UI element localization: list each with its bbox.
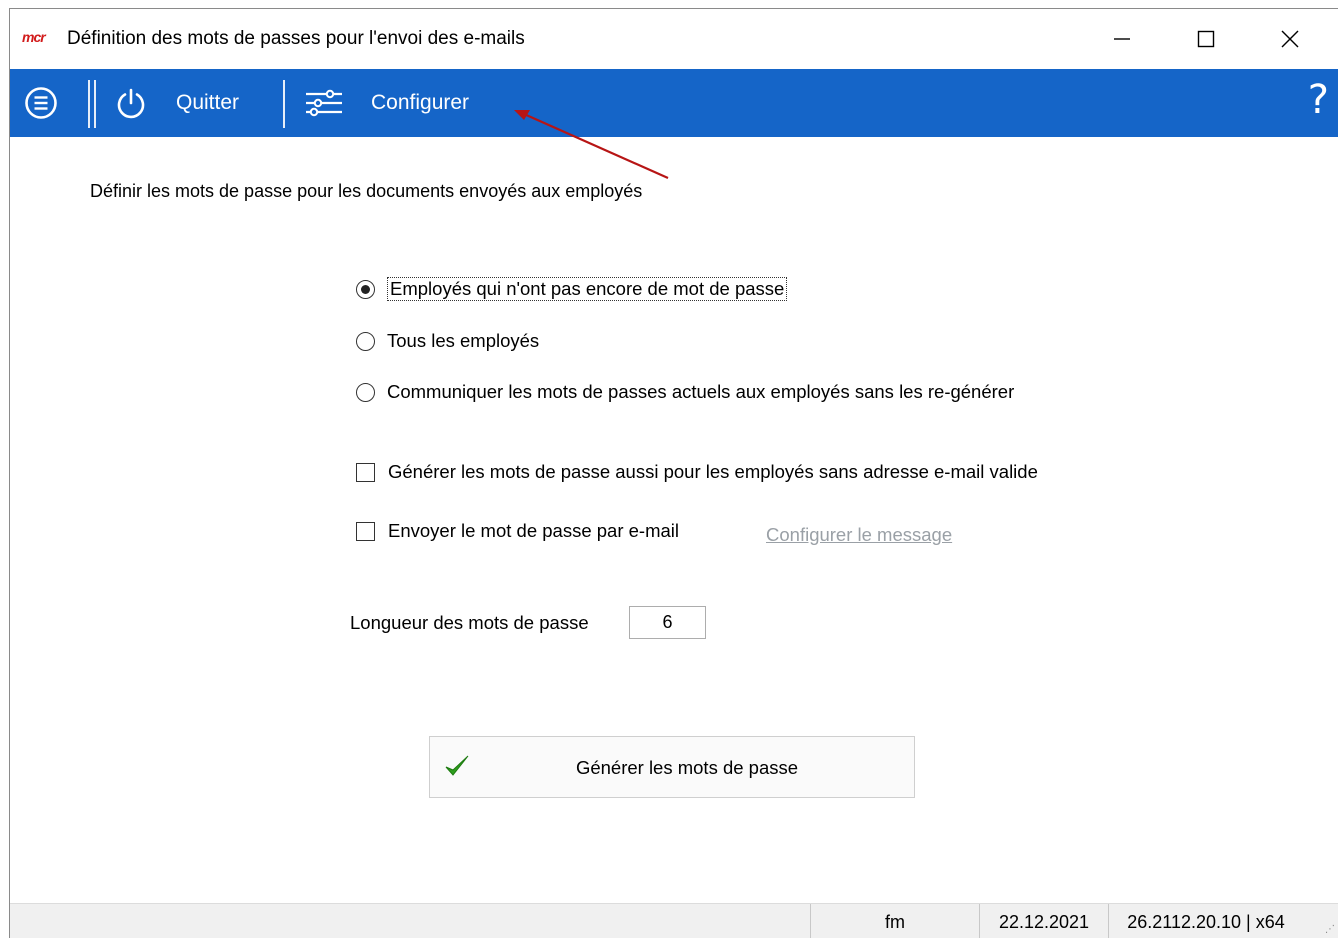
status-date: 22.12.2021 bbox=[979, 904, 1108, 938]
sliders-icon bbox=[306, 89, 342, 117]
window-title: Définition des mots de passes pour l'env… bbox=[67, 28, 525, 49]
quit-label: Quitter bbox=[176, 91, 240, 114]
toolbar-separator bbox=[88, 80, 96, 128]
minimize-button[interactable] bbox=[1100, 19, 1144, 59]
radio-option-new-employees[interactable]: Employés qui n'ont pas encore de mot de … bbox=[356, 277, 788, 301]
maximize-button[interactable] bbox=[1184, 19, 1228, 59]
password-length-input[interactable]: 6 bbox=[629, 606, 706, 639]
page-heading: Définir les mots de passe pour les docum… bbox=[90, 181, 643, 201]
maximize-icon bbox=[1197, 30, 1215, 48]
resize-grip-icon[interactable]: ⋰ bbox=[1325, 924, 1335, 935]
help-button[interactable]: ? bbox=[1308, 77, 1329, 123]
configure-message-link[interactable]: Configurer le message bbox=[766, 524, 952, 546]
password-length-label: Longueur des mots de passe bbox=[350, 612, 589, 633]
close-icon bbox=[1281, 30, 1299, 48]
app-window: mcr Définition des mots de passes pour l… bbox=[9, 8, 1338, 938]
checkbox-label: Envoyer le mot de passe par e-mail bbox=[388, 520, 679, 541]
generate-passwords-button[interactable]: Générer les mots de passe bbox=[429, 736, 915, 798]
checkbox-label: Générer les mots de passe aussi pour les… bbox=[388, 461, 1038, 482]
checkbox-no-valid-email[interactable]: Générer les mots de passe aussi pour les… bbox=[356, 461, 1038, 483]
checkbox[interactable] bbox=[356, 521, 375, 541]
toolbar: Quitter Configurer ? bbox=[10, 69, 1338, 137]
configure-label: Configurer bbox=[371, 91, 470, 114]
status-user: fm bbox=[810, 904, 979, 938]
radio-label: Communiquer les mots de passes actuels a… bbox=[387, 381, 1015, 402]
checkbox[interactable] bbox=[356, 462, 375, 482]
radio-button[interactable] bbox=[356, 279, 375, 299]
radio-option-communicate-current[interactable]: Communiquer les mots de passes actuels a… bbox=[356, 381, 1014, 403]
configure-button[interactable]: Configurer bbox=[305, 69, 469, 137]
app-logo: mcr bbox=[22, 29, 46, 45]
power-icon bbox=[117, 88, 145, 119]
minimize-icon bbox=[1114, 38, 1130, 40]
checkbox-send-by-email[interactable]: Envoyer le mot de passe par e-mail bbox=[356, 520, 679, 542]
menu-icon bbox=[25, 87, 57, 119]
radio-option-all-employees[interactable]: Tous les employés bbox=[356, 330, 539, 352]
radio-button[interactable] bbox=[356, 382, 375, 402]
close-button[interactable] bbox=[1268, 19, 1312, 59]
radio-selected-dot bbox=[361, 284, 370, 294]
title-bar: mcr Définition des mots de passes pour l… bbox=[10, 9, 1338, 69]
menu-button[interactable] bbox=[24, 69, 58, 137]
generate-button-label: Générer les mots de passe bbox=[575, 757, 799, 778]
status-version: 26.2112.20.10 | x64 bbox=[1108, 904, 1303, 938]
quit-button[interactable]: Quitter bbox=[114, 69, 239, 137]
toolbar-separator bbox=[283, 80, 285, 128]
status-bar: fm 22.12.2021 26.2112.20.10 | x64 ⋰ bbox=[10, 903, 1338, 938]
radio-label: Tous les employés bbox=[387, 330, 540, 351]
radio-button[interactable] bbox=[356, 331, 375, 351]
radio-label: Employés qui n'ont pas encore de mot de … bbox=[387, 277, 788, 301]
